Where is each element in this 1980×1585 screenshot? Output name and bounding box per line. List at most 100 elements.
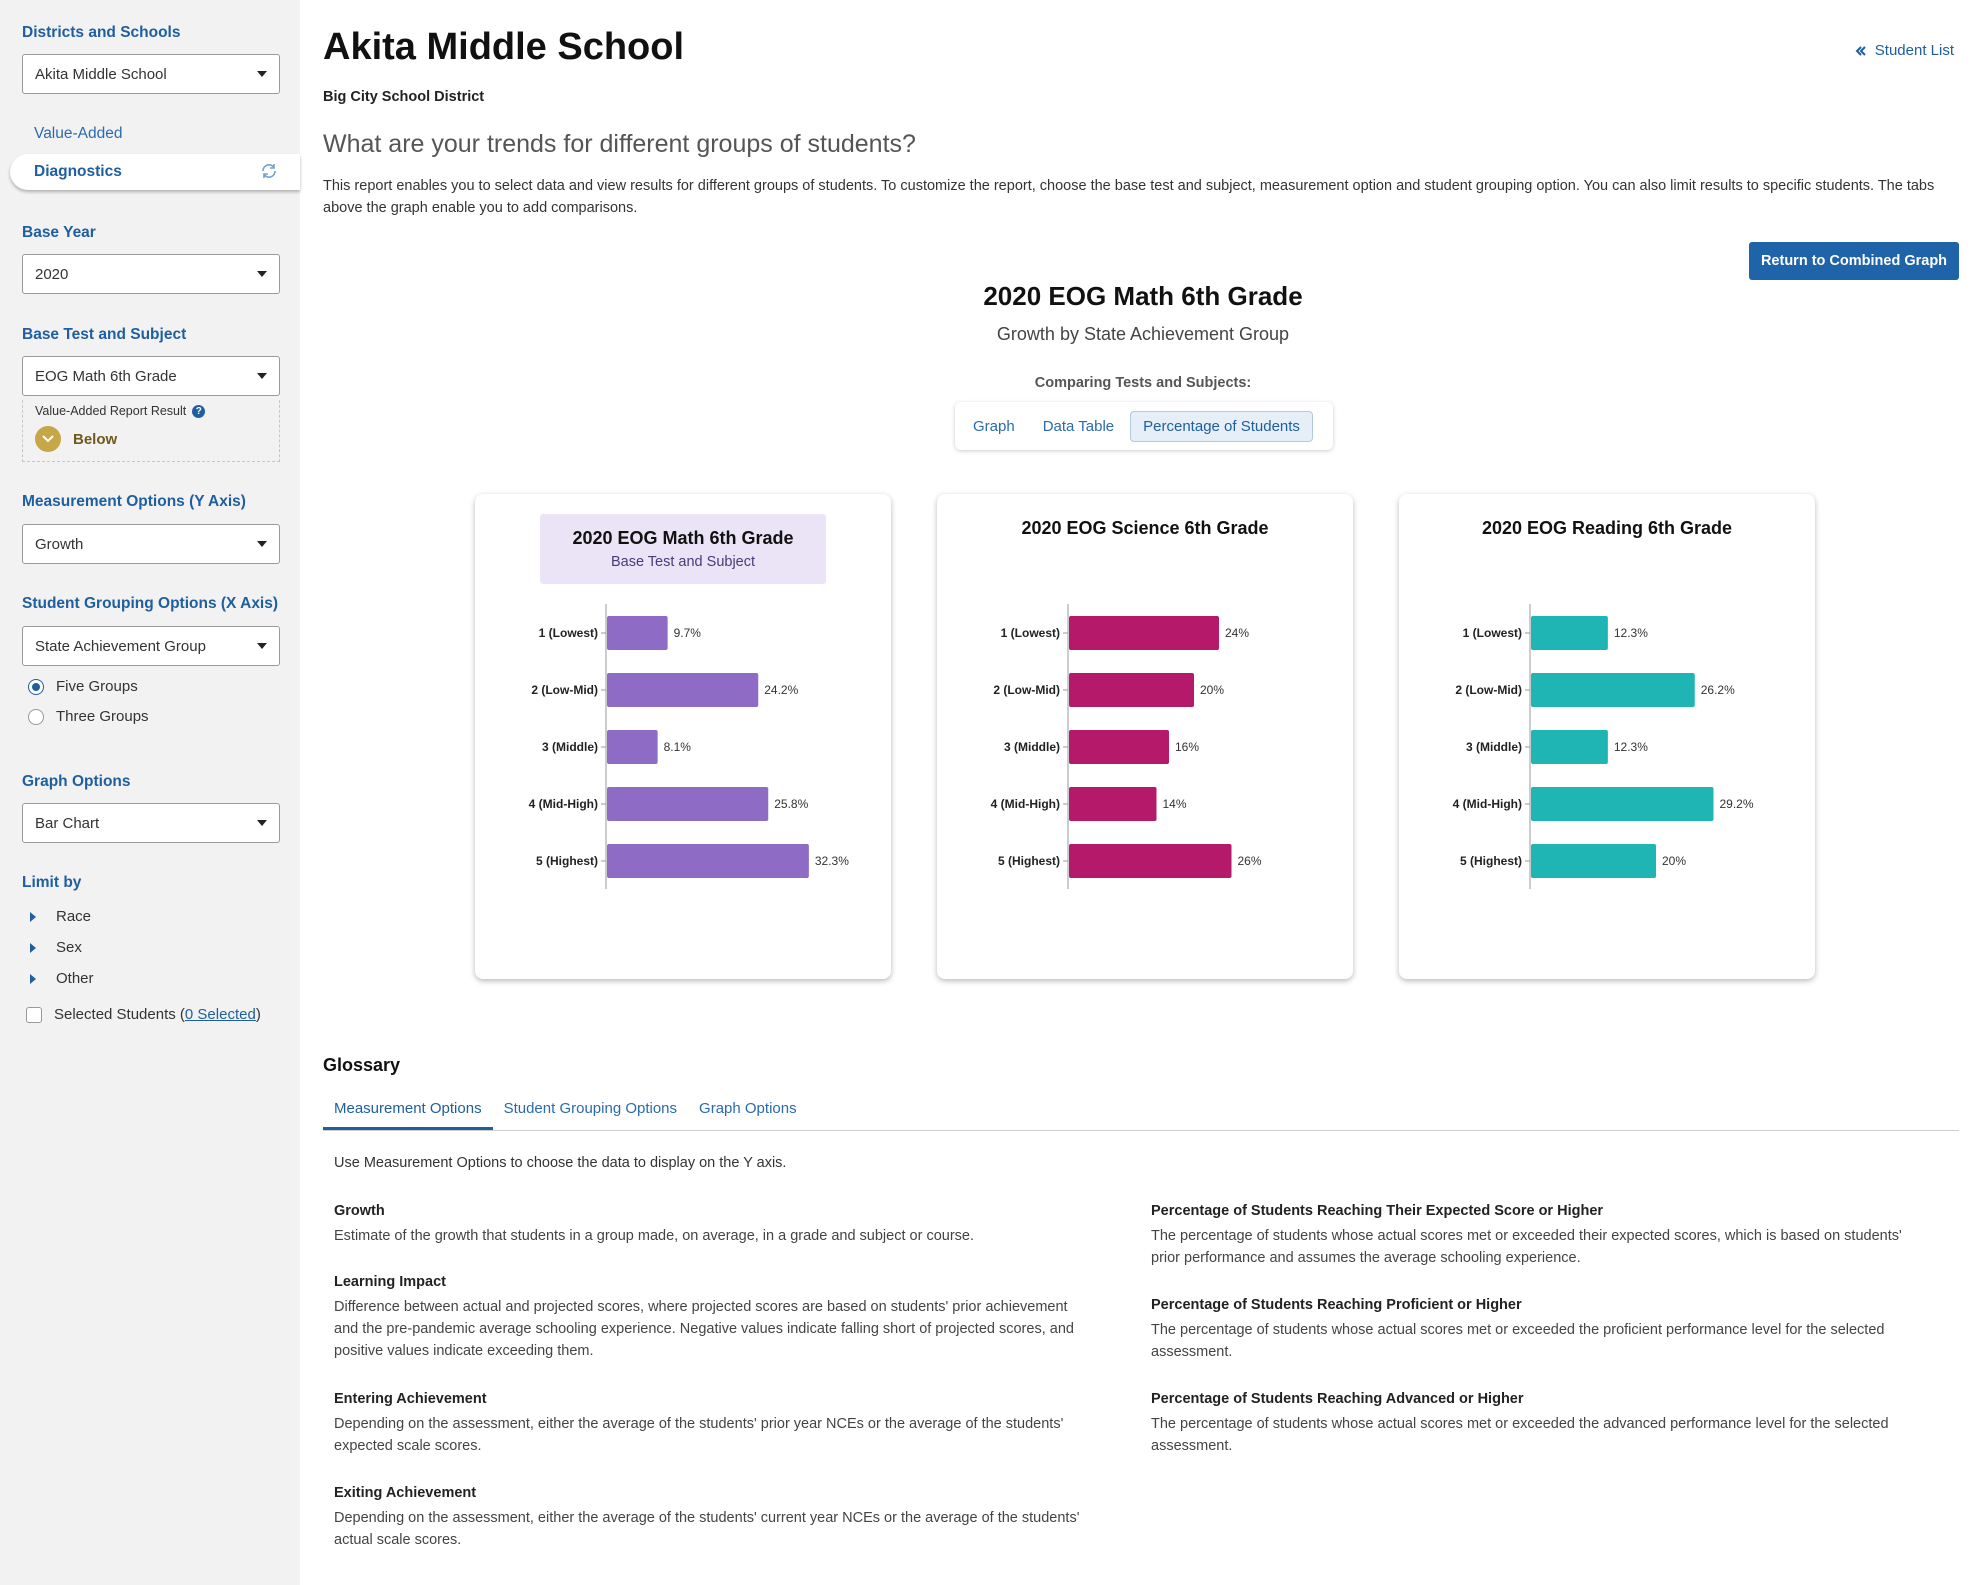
tab-graph[interactable]: Graph [961, 412, 1027, 441]
term-name: Exiting Achievement [334, 1485, 477, 1501]
result-value: Below [73, 430, 118, 448]
category-label: 5 (Highest) [536, 854, 598, 868]
bar[interactable] [1531, 787, 1714, 821]
term-name: Entering Achievement [334, 1391, 487, 1407]
sidebar: Districts and Schools Akita Middle Schoo… [0, 0, 300, 1585]
data-label: 24% [1225, 626, 1249, 640]
radio-three-groups[interactable]: Three Groups [28, 708, 149, 725]
bar[interactable] [1531, 616, 1608, 650]
bar[interactable] [1531, 673, 1695, 707]
grouping-value: State Achievement Group [35, 637, 206, 655]
category-label: 1 (Lowest) [1001, 626, 1060, 640]
district-name: Big City School District [323, 89, 485, 105]
bar[interactable] [1531, 730, 1608, 764]
bar[interactable] [1531, 844, 1656, 878]
nav-diagnostics-label: Diagnostics [34, 163, 122, 180]
nav-diagnostics[interactable]: Diagnostics [10, 154, 300, 190]
data-label: 32.3% [815, 854, 849, 868]
glossary-term: Learning Impact Difference between actua… [334, 1274, 1094, 1362]
chevron-down-icon [257, 643, 267, 649]
term-definition: Depending on the assessment, either the … [334, 1510, 1080, 1548]
selected-students-text: Selected Students ( [54, 1006, 185, 1023]
below-indicator-icon [35, 426, 61, 452]
comparing-label: Comparing Tests and Subjects: [1034, 375, 1252, 391]
radio-five-groups[interactable]: Five Groups [28, 678, 138, 695]
radio-selected-icon[interactable] [28, 678, 44, 695]
glossary-term: Percentage of Students Reaching Their Ex… [1151, 1203, 1911, 1269]
grouping-select[interactable]: State Achievement Group [22, 626, 280, 666]
selected-students-checkbox[interactable] [26, 1006, 42, 1023]
bar[interactable] [607, 673, 759, 707]
refresh-icon[interactable] [260, 162, 278, 180]
double-chevron-left-icon [1855, 45, 1866, 56]
school-select[interactable]: Akita Middle School [22, 54, 280, 94]
data-label: 25.8% [774, 797, 808, 811]
page-title: Akita Middle School [323, 26, 685, 68]
graph-option-select[interactable]: Bar Chart [22, 803, 280, 843]
bar[interactable] [607, 844, 809, 878]
category-label: 1 (Lowest) [539, 626, 598, 640]
report-title: 2020 EOG Math 6th Grade [983, 281, 1303, 311]
caret-right-icon [30, 973, 36, 984]
data-label: 26.2% [1701, 683, 1735, 697]
measurement-select[interactable]: Growth [22, 524, 280, 564]
data-label: 24.2% [764, 683, 798, 697]
bar[interactable] [1069, 844, 1232, 878]
bar[interactable] [1069, 787, 1157, 821]
category-label: 3 (Middle) [1466, 740, 1522, 754]
tab-graph-options[interactable]: Graph Options [688, 1088, 808, 1130]
student-list-label: Student List [1874, 42, 1954, 59]
view-tabs: Graph Data Table Percentage of Students [955, 402, 1333, 450]
radio-five-label: Five Groups [56, 678, 138, 695]
data-label: 12.3% [1614, 626, 1648, 640]
chart-card-science: 2020 EOG Science 6th Grade 1 (Lowest) 24%… [937, 494, 1353, 979]
category-label: 4 (Mid-High) [1453, 797, 1522, 811]
bar[interactable] [1069, 673, 1194, 707]
tab-measurement-options[interactable]: Measurement Options [323, 1088, 493, 1130]
bar[interactable] [1069, 616, 1219, 650]
limit-race[interactable]: Race [30, 908, 91, 925]
chart-card-math: 2020 EOG Math 6th Grade Base Test and Su… [475, 494, 891, 979]
nav-value-added[interactable]: Value-Added [34, 125, 122, 143]
glossary-term: Percentage of Students Reaching Advanced… [1151, 1391, 1911, 1457]
term-definition: Depending on the assessment, either the … [334, 1416, 1064, 1454]
category-label: 2 (Low-Mid) [993, 683, 1060, 697]
bar[interactable] [607, 730, 658, 764]
limit-other[interactable]: Other [30, 970, 94, 987]
data-label: 29.2% [1720, 797, 1754, 811]
data-label: 16% [1175, 740, 1199, 754]
term-name: Learning Impact [334, 1274, 446, 1290]
term-name: Growth [334, 1203, 385, 1219]
category-label: 5 (Highest) [1460, 854, 1522, 868]
selected-students-row: Selected Students (0 Selected) [26, 1006, 261, 1023]
term-definition: The percentage of students whose actual … [1151, 1322, 1885, 1360]
term-name: Percentage of Students Reaching Advanced… [1151, 1391, 1524, 1407]
tab-data-table[interactable]: Data Table [1031, 412, 1126, 441]
tab-percentage-of-students[interactable]: Percentage of Students [1130, 410, 1313, 442]
bar-chart-science: 1 (Lowest) 24% 2 (Low-Mid) 20% 3 (Middle) 16%… [991, 604, 1262, 889]
info-icon[interactable]: ? [192, 404, 206, 418]
bar[interactable] [1069, 730, 1169, 764]
category-label: 2 (Low-Mid) [1455, 683, 1522, 697]
selected-students-label: Selected Students (0 Selected) [54, 1006, 261, 1023]
caret-right-icon [30, 911, 36, 922]
glossary-title: Glossary [323, 1055, 401, 1075]
bar[interactable] [607, 787, 769, 821]
data-label: 8.1% [664, 740, 692, 754]
result-label: Value-Added Report Result [35, 404, 187, 418]
data-label: 20% [1200, 683, 1224, 697]
limit-sex[interactable]: Sex [30, 939, 82, 956]
return-to-combined-graph-button[interactable]: Return to Combined Graph [1749, 242, 1959, 280]
bar[interactable] [607, 616, 668, 650]
intro-text: This report enables you to select data a… [323, 178, 1935, 216]
tab-student-grouping-options[interactable]: Student Grouping Options [493, 1088, 688, 1130]
chart-card-reading: 2020 EOG Reading 6th Grade 1 (Lowest) 12.… [1399, 494, 1815, 979]
glossary-term: Percentage of Students Reaching Proficie… [1151, 1297, 1911, 1363]
radio-unselected-icon[interactable] [28, 708, 44, 725]
data-label: 26% [1238, 854, 1262, 868]
category-label: 1 (Lowest) [1463, 626, 1522, 640]
term-name: Percentage of Students Reaching Their Ex… [1151, 1203, 1604, 1219]
limit-sex-label: Sex [56, 939, 82, 956]
selected-students-link[interactable]: 0 Selected [185, 1006, 256, 1023]
student-list-link[interactable]: Student List [1855, 42, 1954, 59]
